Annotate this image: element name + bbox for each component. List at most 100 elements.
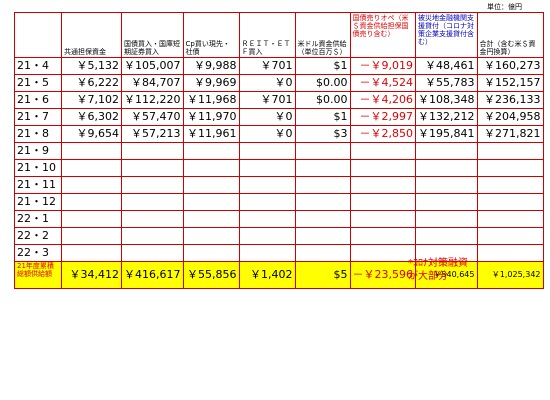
value-cell: $0.00 bbox=[294, 91, 351, 109]
value-cell bbox=[294, 244, 351, 262]
value-cell: －￥2,997 bbox=[349, 108, 416, 126]
value-cell: ￥9,654 bbox=[61, 125, 122, 143]
value-cell bbox=[349, 193, 416, 211]
value-cell bbox=[294, 176, 351, 194]
value-cell: ￥204,958 bbox=[476, 108, 544, 126]
footnote: *ｺﾛﾅ対策融資が大部分 bbox=[408, 258, 468, 282]
header-row: 共通担保資金 国債買入・国庫短期証券買入 Cp買い現先・社債 ＲＥＩＴ・ＥＴＦ買入 米ド… bbox=[14, 12, 544, 58]
column-header: 国債売りオペ（米＄資金供給担保国債売り含む） bbox=[349, 12, 416, 58]
value-cell bbox=[294, 142, 351, 160]
value-cell: ￥84,707 bbox=[121, 74, 184, 92]
value-cell bbox=[349, 227, 416, 245]
column-header: 共通担保資金 bbox=[61, 12, 122, 58]
period-cell: 21・4 bbox=[14, 57, 62, 75]
value-cell bbox=[182, 193, 240, 211]
value-cell bbox=[349, 142, 416, 160]
value-cell bbox=[121, 244, 184, 262]
value-cell bbox=[415, 227, 478, 245]
value-cell bbox=[61, 159, 122, 177]
value-cell: －￥9,019 bbox=[349, 57, 416, 75]
period-cell: 21・7 bbox=[14, 108, 62, 126]
value-cell: ￥7,102 bbox=[61, 91, 122, 109]
column-header bbox=[14, 12, 62, 58]
value-cell bbox=[182, 142, 240, 160]
table-row: 22・2 bbox=[14, 227, 544, 245]
period-cell: 21・11 bbox=[14, 176, 62, 194]
total-value-cell: ￥55,856 bbox=[182, 261, 240, 289]
value-cell: ￥108,348 bbox=[415, 91, 478, 109]
value-cell bbox=[415, 210, 478, 228]
value-cell: －￥2,850 bbox=[349, 125, 416, 143]
total-label: 21年度累積総額供給額 bbox=[14, 261, 62, 289]
table-row: 22・1 bbox=[14, 210, 544, 228]
period-cell: 22・2 bbox=[14, 227, 62, 245]
value-cell bbox=[238, 176, 296, 194]
value-cell bbox=[415, 159, 478, 177]
value-cell bbox=[61, 210, 122, 228]
value-cell bbox=[61, 227, 122, 245]
period-cell: 22・1 bbox=[14, 210, 62, 228]
value-cell bbox=[415, 193, 478, 211]
value-cell bbox=[238, 210, 296, 228]
value-cell bbox=[476, 244, 544, 262]
column-header: 米ドル資金供給（単位百万＄） bbox=[294, 12, 351, 58]
value-cell: $1 bbox=[294, 108, 351, 126]
period-cell: 21・9 bbox=[14, 142, 62, 160]
value-cell: ￥132,212 bbox=[415, 108, 478, 126]
total-value-cell: ￥416,617 bbox=[121, 261, 184, 289]
value-cell: －￥4,206 bbox=[349, 91, 416, 109]
table-row: 21・8 ￥9,654 ￥57,213 ￥11,961 ￥0 $3 －￥2,850 ￥195,… bbox=[14, 125, 544, 143]
value-cell: ￥271,821 bbox=[476, 125, 544, 143]
value-cell bbox=[238, 193, 296, 211]
value-cell bbox=[61, 244, 122, 262]
value-cell: ￥48,461 bbox=[415, 57, 478, 75]
value-cell bbox=[476, 227, 544, 245]
table-row: 21・4 ￥5,132 ￥105,007 ￥9,988 ￥701 $1 －￥9,019 ￥48… bbox=[14, 57, 544, 75]
column-header: Cp買い現先・社債 bbox=[182, 12, 240, 58]
value-cell bbox=[182, 176, 240, 194]
value-cell: ￥11,961 bbox=[182, 125, 240, 143]
value-cell: $1 bbox=[294, 57, 351, 75]
column-header: 合計（含む米＄資金円換算） bbox=[476, 12, 544, 58]
value-cell bbox=[415, 176, 478, 194]
period-cell: 22・3 bbox=[14, 244, 62, 262]
value-cell: ￥0 bbox=[238, 125, 296, 143]
value-cell: ￥0 bbox=[238, 108, 296, 126]
period-cell: 21・6 bbox=[14, 91, 62, 109]
value-cell bbox=[121, 193, 184, 211]
value-cell: $3 bbox=[294, 125, 351, 143]
value-cell bbox=[294, 227, 351, 245]
value-cell: ￥105,007 bbox=[121, 57, 184, 75]
table-row: 21・5 ￥6,222 ￥84,707 ￥9,969 ￥0 $0.00 －￥4,524 ￥55… bbox=[14, 74, 544, 92]
total-value-cell: ￥1,402 bbox=[238, 261, 296, 289]
value-cell: ￥0 bbox=[238, 74, 296, 92]
value-cell: ￥9,969 bbox=[182, 74, 240, 92]
value-cell bbox=[182, 244, 240, 262]
period-cell: 21・10 bbox=[14, 159, 62, 177]
value-cell bbox=[238, 244, 296, 262]
value-cell bbox=[121, 210, 184, 228]
table-row: 21・9 bbox=[14, 142, 544, 160]
table-row: 21・10 bbox=[14, 159, 544, 177]
column-header: ＲＥＩＴ・ＥＴＦ買入 bbox=[238, 12, 296, 58]
value-cell bbox=[121, 176, 184, 194]
value-cell bbox=[476, 176, 544, 194]
period-cell: 21・8 bbox=[14, 125, 62, 143]
total-value-cell: －￥23,596 bbox=[349, 261, 416, 289]
total-value-cell: ￥34,412 bbox=[61, 261, 122, 289]
value-cell: ￥6,222 bbox=[61, 74, 122, 92]
value-cell bbox=[182, 159, 240, 177]
value-cell: ￥195,841 bbox=[415, 125, 478, 143]
value-cell bbox=[476, 193, 544, 211]
value-cell: －￥4,524 bbox=[349, 74, 416, 92]
value-cell bbox=[349, 159, 416, 177]
value-cell: ￥6,302 bbox=[61, 108, 122, 126]
value-cell: ￥11,968 bbox=[182, 91, 240, 109]
value-cell bbox=[476, 159, 544, 177]
table-row: 21・6 ￥7,102 ￥112,220 ￥11,968 ￥701 $0.00 －￥4,20… bbox=[14, 91, 544, 109]
value-cell: ￥11,970 bbox=[182, 108, 240, 126]
total-value-cell: ￥1,025,342 bbox=[476, 261, 544, 289]
value-cell: ￥160,273 bbox=[476, 57, 544, 75]
value-cell: ￥236,133 bbox=[476, 91, 544, 109]
unit-label: 単位：億円 bbox=[487, 3, 522, 11]
